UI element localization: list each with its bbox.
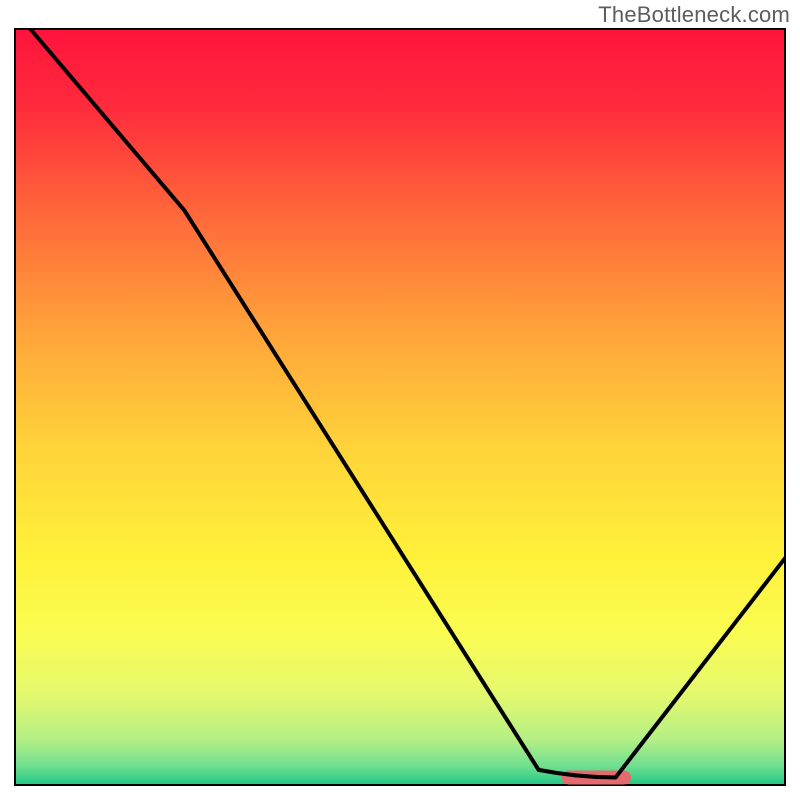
watermark-text: TheBottleneck.com xyxy=(598,2,790,28)
chart-stage: TheBottleneck.com xyxy=(0,0,800,800)
chart-svg xyxy=(14,28,786,786)
gradient-background xyxy=(15,29,785,785)
plot-area xyxy=(14,28,786,786)
